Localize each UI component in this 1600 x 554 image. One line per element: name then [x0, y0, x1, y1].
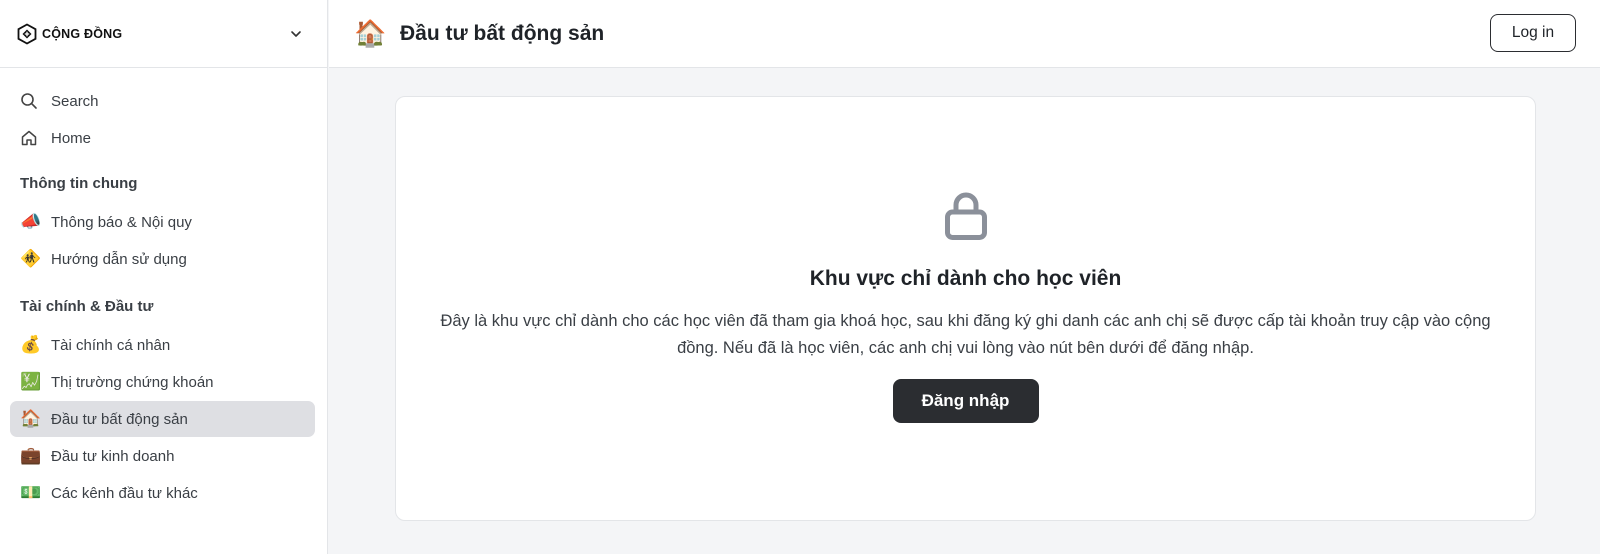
- sidebar-item-label: Đầu tư kinh doanh: [51, 447, 175, 465]
- sidebar-item-other-channels[interactable]: 💵 Các kênh đầu tư khác: [10, 475, 315, 511]
- page-title: Đầu tư bất động sản: [400, 21, 605, 45]
- page-header: 🏠 Đầu tư bất động sản Log in: [329, 0, 1600, 68]
- sidebar-item-real-estate[interactable]: 🏠 Đầu tư bất động sản: [10, 401, 315, 437]
- community-name: CỘNG ĐỒNG: [42, 26, 123, 41]
- sidebar: CỘNG ĐỒNG Search Home Thông tin chung 📣 …: [0, 0, 328, 554]
- section-title-general: Thông tin chung: [20, 175, 138, 192]
- sidebar-item-label: Thị trường chứng khoán: [51, 373, 214, 391]
- dollar-banknote-icon: 💵: [20, 483, 42, 502]
- sidebar-item-label: Đầu tư bất động sản: [51, 410, 188, 428]
- home-icon: [20, 127, 42, 149]
- sidebar-item-guide[interactable]: 🚸 Hướng dẫn sử dụng: [10, 241, 315, 277]
- lock-icon: [944, 191, 988, 241]
- sidebar-item-home[interactable]: Home: [10, 120, 315, 156]
- section-title-finance: Tài chính & Đầu tư: [20, 298, 154, 315]
- sidebar-item-label: Home: [51, 129, 92, 147]
- restricted-description: Đây là khu vực chỉ dành cho các học viên…: [440, 312, 1491, 357]
- community-switcher[interactable]: CỘNG ĐỒNG: [0, 0, 327, 68]
- chevron-down-icon[interactable]: [287, 25, 305, 43]
- house-icon: 🏠: [354, 18, 387, 48]
- money-bag-icon: 💰: [20, 335, 42, 354]
- sidebar-nav: Search Home Thông tin chung 📣 Thông báo …: [0, 68, 327, 511]
- sidebar-item-announcements[interactable]: 📣 Thông báo & Nội quy: [10, 204, 315, 240]
- restricted-access-card: Khu vực chỉ dành cho học viên Đây là khu…: [395, 96, 1536, 521]
- house-icon: 🏠: [20, 409, 42, 428]
- sidebar-item-label: Hướng dẫn sử dụng: [51, 250, 187, 268]
- children-crossing-icon: 🚸: [20, 249, 42, 268]
- briefcase-icon: 💼: [20, 446, 42, 465]
- login-button[interactable]: Log in: [1490, 14, 1576, 52]
- sidebar-item-stock-market[interactable]: 💹 Thị trường chứng khoán: [10, 364, 315, 400]
- sidebar-item-search[interactable]: Search: [10, 83, 315, 119]
- search-icon: [20, 90, 42, 112]
- chart-yen-icon: 💹: [20, 372, 42, 391]
- community-logo-icon: [16, 22, 38, 45]
- sidebar-item-business[interactable]: 💼 Đầu tư kinh doanh: [10, 438, 315, 474]
- sidebar-item-label: Thông báo & Nội quy: [51, 213, 192, 231]
- sidebar-item-label: Search: [51, 92, 99, 110]
- sidebar-item-label: Tài chính cá nhân: [51, 336, 171, 354]
- restricted-title: Khu vực chỉ dành cho học viên: [809, 267, 1122, 290]
- megaphone-icon: 📣: [20, 212, 42, 231]
- sidebar-item-label: Các kênh đầu tư khác: [51, 484, 198, 502]
- signin-button[interactable]: Đăng nhập: [892, 379, 1039, 423]
- sidebar-item-personal-finance[interactable]: 💰 Tài chính cá nhân: [10, 327, 315, 363]
